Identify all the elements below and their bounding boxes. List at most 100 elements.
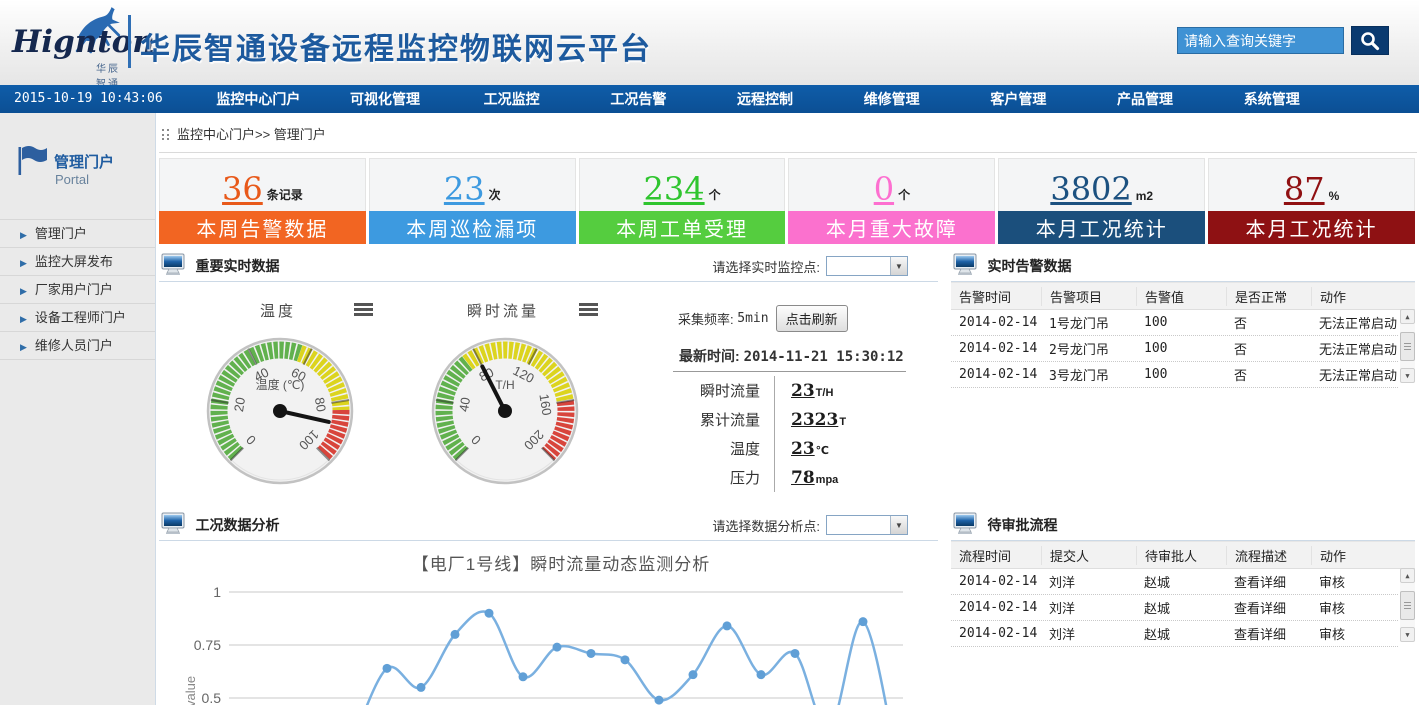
sidebar-item-label: 设备工程师门户 bbox=[35, 310, 126, 325]
flow-gauge: 04080120160200T/H bbox=[430, 336, 580, 486]
sidebar-item-label: 管理门户 bbox=[35, 226, 87, 241]
sidebar-item[interactable]: ▶管理门户 bbox=[0, 219, 155, 247]
stat-card[interactable]: 3802 m2 本月工况统计 bbox=[998, 158, 1205, 244]
stat-card[interactable]: 23 次 本周巡检漏项 bbox=[369, 158, 576, 244]
column-header: 提交人 bbox=[1041, 546, 1136, 565]
table-cell: 刘洋 bbox=[1041, 624, 1136, 643]
breadcrumb: 监控中心门户>> 管理门户 bbox=[162, 123, 326, 147]
column-header: 告警项目 bbox=[1041, 287, 1136, 306]
search-button[interactable] bbox=[1351, 26, 1389, 55]
search-icon bbox=[1359, 30, 1381, 52]
monitor-point-select[interactable]: ▼ bbox=[826, 256, 908, 276]
approval-table: 流程时间提交人待审批人流程描述动作 2014-02-14刘洋赵城查看详细审核20… bbox=[951, 541, 1415, 647]
scroll-down-button[interactable]: ▼ bbox=[1400, 627, 1415, 642]
nav-item[interactable]: 产品管理 bbox=[1082, 85, 1209, 113]
sidebar-item-label: 监控大屏发布 bbox=[35, 254, 113, 269]
chevron-down-icon[interactable]: ▼ bbox=[890, 516, 907, 534]
table-header: 流程时间提交人待审批人流程描述动作 bbox=[951, 541, 1415, 569]
scrollbar[interactable]: ▲ ▼ bbox=[1400, 568, 1415, 642]
nav-item[interactable]: 监控中心门户 bbox=[195, 85, 322, 113]
stat-card-value-area: 234 个 bbox=[579, 158, 786, 211]
sidebar-item[interactable]: ▶厂家用户门户 bbox=[0, 275, 155, 303]
reading-row: 瞬时流量 23T/H bbox=[666, 376, 918, 405]
section-approval-header: 待审批流程 bbox=[951, 512, 1415, 541]
sidebar-item[interactable]: ▶维修人员门户 bbox=[0, 331, 155, 360]
stat-value: 0 bbox=[874, 173, 894, 205]
stat-value: 23 bbox=[444, 173, 485, 205]
scroll-track[interactable] bbox=[1400, 324, 1415, 368]
nav-item[interactable]: 可视化管理 bbox=[322, 85, 449, 113]
stat-label[interactable]: 本周告警数据 bbox=[159, 211, 366, 244]
divider bbox=[159, 152, 1417, 153]
table-cell[interactable]: 审核 bbox=[1311, 598, 1398, 617]
section-analysis-header: 工况数据分析 请选择数据分析点: ▼ bbox=[159, 512, 938, 541]
app-title: 华辰智通设备远程监控物联网云平台 bbox=[140, 24, 652, 68]
scroll-thumb[interactable] bbox=[1400, 332, 1415, 361]
stat-label[interactable]: 本月工况统计 bbox=[1208, 211, 1415, 244]
nav-item[interactable]: 系统管理 bbox=[1208, 85, 1335, 113]
section-title: 待审批流程 bbox=[987, 517, 1057, 533]
stat-label[interactable]: 本月重大故障 bbox=[788, 211, 995, 244]
table-cell[interactable]: 查看详细 bbox=[1226, 572, 1311, 591]
table-cell: 赵城 bbox=[1136, 598, 1226, 617]
chart-menu-icon[interactable] bbox=[579, 303, 598, 316]
table-cell[interactable]: 审核 bbox=[1311, 624, 1398, 643]
analysis-point-select[interactable]: ▼ bbox=[826, 515, 908, 535]
stat-card[interactable]: 36 条记录 本周告警数据 bbox=[159, 158, 366, 244]
arrow-right-icon: ▶ bbox=[20, 342, 27, 352]
stat-label[interactable]: 本月工况统计 bbox=[998, 211, 1205, 244]
svg-text:0.75: 0.75 bbox=[194, 637, 221, 653]
sidebar-menu: ▶管理门户▶监控大屏发布▶厂家用户门户▶设备工程师门户▶维修人员门户 bbox=[0, 219, 155, 360]
table-cell: 无法正常启动 bbox=[1311, 339, 1398, 358]
sidebar-item[interactable]: ▶监控大屏发布 bbox=[0, 247, 155, 275]
scroll-track[interactable] bbox=[1400, 583, 1415, 627]
table-cell: 2014-02-14 bbox=[951, 341, 1041, 356]
scroll-up-button[interactable]: ▲ bbox=[1400, 309, 1415, 324]
nav-item[interactable]: 客户管理 bbox=[955, 85, 1082, 113]
table-cell[interactable]: 审核 bbox=[1311, 572, 1398, 591]
grip-icon bbox=[1404, 343, 1411, 350]
table-row: 2014-02-14刘洋赵城查看详细审核 bbox=[951, 621, 1398, 647]
table-cell: 2014-02-14 bbox=[951, 574, 1041, 589]
scroll-down-button[interactable]: ▼ bbox=[1400, 368, 1415, 383]
portal-subtitle: Portal bbox=[55, 172, 89, 187]
table-cell: 1号龙门吊 bbox=[1041, 313, 1136, 332]
scroll-up-button[interactable]: ▲ bbox=[1400, 568, 1415, 583]
stat-card[interactable]: 0 个 本月重大故障 bbox=[788, 158, 995, 244]
nav-item[interactable]: 工况监控 bbox=[448, 85, 575, 113]
table-cell[interactable]: 查看详细 bbox=[1226, 624, 1311, 643]
stat-card-value-area: 23 次 bbox=[369, 158, 576, 211]
nav-item[interactable]: 维修管理 bbox=[828, 85, 955, 113]
nav-menu: 监控中心门户可视化管理工况监控工况告警远程控制维修管理客户管理产品管理系统管理 bbox=[195, 85, 1335, 113]
stat-label[interactable]: 本周工单受理 bbox=[579, 211, 786, 244]
alarm-table: 告警时间告警项目告警值是否正常动作 2014-02-141号龙门吊100否无法正… bbox=[951, 282, 1415, 388]
reading-label: 温度 bbox=[666, 438, 774, 459]
stat-unit: 个 bbox=[898, 186, 910, 205]
reading-value: 23 bbox=[791, 439, 815, 459]
chevron-down-icon[interactable]: ▼ bbox=[890, 257, 907, 275]
analysis-point-select-group: 请选择数据分析点: ▼ bbox=[712, 515, 908, 535]
portal-header: 管理门户 Portal bbox=[0, 113, 155, 219]
stat-card[interactable]: 234 个 本周工单受理 bbox=[579, 158, 786, 244]
grip-icon bbox=[1404, 602, 1411, 609]
search-input[interactable] bbox=[1177, 27, 1344, 54]
table-row: 2014-02-143号龙门吊100否无法正常启动 bbox=[951, 362, 1398, 388]
refresh-button[interactable]: 点击刷新 bbox=[776, 305, 848, 332]
table-body: 2014-02-141号龙门吊100否无法正常启动2014-02-142号龙门吊… bbox=[951, 310, 1415, 388]
scrollbar[interactable]: ▲ ▼ bbox=[1400, 309, 1415, 383]
stat-card-value-area: 0 个 bbox=[788, 158, 995, 211]
frequency-label: 采集频率: bbox=[678, 309, 734, 328]
nav-item[interactable]: 工况告警 bbox=[575, 85, 702, 113]
chart-menu-icon[interactable] bbox=[354, 303, 373, 316]
select-label: 请选择实时监控点: bbox=[712, 257, 820, 276]
table-cell: 赵城 bbox=[1136, 624, 1226, 643]
sidebar-item[interactable]: ▶设备工程师门户 bbox=[0, 303, 155, 331]
section-title: 工况数据分析 bbox=[195, 517, 279, 533]
stat-label[interactable]: 本周巡检漏项 bbox=[369, 211, 576, 244]
table-cell[interactable]: 查看详细 bbox=[1226, 598, 1311, 617]
column-header: 告警时间 bbox=[951, 287, 1041, 306]
scroll-thumb[interactable] bbox=[1400, 591, 1415, 620]
nav-item[interactable]: 远程控制 bbox=[702, 85, 829, 113]
stat-card[interactable]: 87 % 本月工况统计 bbox=[1208, 158, 1415, 244]
monitor-icon bbox=[953, 512, 977, 534]
